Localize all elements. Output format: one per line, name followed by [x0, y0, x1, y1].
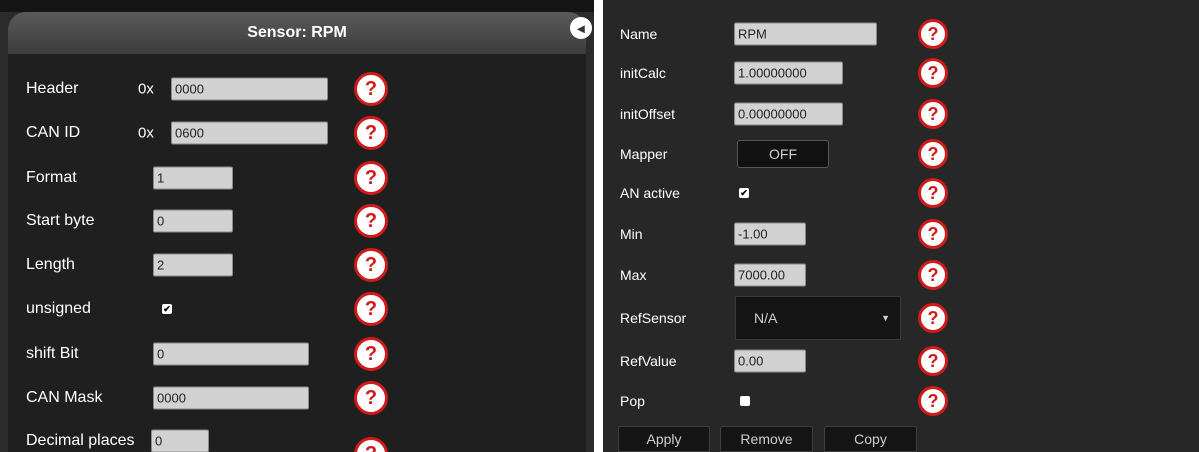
can-id-input[interactable]: 0600: [171, 121, 328, 145]
length-input[interactable]: 2: [153, 253, 233, 277]
hex-prefix: 0x: [138, 124, 154, 142]
help-icon[interactable]: ?: [918, 178, 948, 208]
start-byte-label: Start byte: [26, 212, 95, 229]
an-active-checkbox[interactable]: ✔: [739, 188, 749, 198]
can-mask-label: CAN Mask: [26, 389, 103, 406]
help-icon[interactable]: ?: [918, 139, 948, 169]
help-icon[interactable]: ?: [354, 381, 388, 415]
pop-label: Pop: [620, 393, 645, 409]
row-format: Format 1 ?: [8, 160, 586, 196]
help-icon[interactable]: ?: [354, 161, 388, 195]
apply-button[interactable]: Apply: [618, 426, 710, 452]
an-active-label: AN active: [620, 185, 680, 201]
row-ref-value: RefValue 0.00 ?: [603, 343, 1181, 379]
row-mapper: Mapper OFF ?: [603, 136, 1181, 172]
action-bar: Apply Remove Copy: [618, 426, 1018, 452]
ref-sensor-value: N/A: [754, 310, 778, 326]
row-start-byte: Start byte 0 ?: [8, 203, 586, 239]
ref-sensor-select[interactable]: N/A ▼: [735, 296, 901, 340]
row-can-mask: CAN Mask 0000 ?: [8, 380, 586, 416]
shift-bit-input[interactable]: 0: [153, 342, 309, 366]
mapper-label: Mapper: [620, 146, 668, 162]
help-icon[interactable]: ?: [918, 58, 948, 88]
help-icon[interactable]: ?: [918, 260, 948, 290]
help-icon[interactable]: ?: [354, 437, 388, 452]
help-icon[interactable]: ?: [918, 386, 948, 416]
min-label: Min: [620, 226, 643, 242]
init-offset-label: initOffset: [620, 106, 675, 122]
top-strip: [0, 0, 594, 12]
format-input[interactable]: 1: [153, 166, 233, 190]
max-label: Max: [620, 267, 647, 283]
length-label: Length: [26, 256, 75, 273]
help-icon[interactable]: ?: [354, 116, 388, 150]
row-header: Header 0x 0000 ?: [8, 71, 586, 107]
header-input[interactable]: 0000: [171, 77, 328, 101]
row-can-id: CAN ID 0x 0600 ?: [8, 115, 586, 151]
pop-checkbox[interactable]: [740, 396, 750, 406]
row-max: Max 7000.00 ?: [603, 257, 1181, 293]
ref-value-input[interactable]: 0.00: [734, 349, 806, 373]
remove-button[interactable]: Remove: [720, 426, 813, 452]
row-ref-sensor: RefSensor N/A ▼ ?: [603, 296, 1181, 340]
help-icon[interactable]: ?: [918, 219, 948, 249]
row-init-offset: initOffset 0.00000000 ?: [603, 96, 1181, 132]
row-pop: Pop ?: [603, 383, 1181, 419]
help-icon[interactable]: ?: [354, 72, 388, 106]
help-icon[interactable]: ?: [918, 346, 948, 376]
decimal-places-input[interactable]: 0: [151, 429, 209, 452]
row-name: Name RPM ?: [603, 16, 1181, 52]
help-icon[interactable]: ?: [918, 19, 948, 49]
init-calc-input[interactable]: 1.00000000: [734, 61, 843, 85]
decimal-places-label: Decimal places: [26, 432, 135, 449]
header-label: Header: [26, 80, 79, 97]
mapper-toggle[interactable]: OFF: [737, 140, 829, 168]
row-length: Length 2 ?: [8, 247, 586, 283]
init-calc-label: initCalc: [620, 65, 666, 81]
name-input[interactable]: RPM: [734, 22, 877, 46]
help-icon[interactable]: ?: [354, 248, 388, 282]
collapse-icon[interactable]: ◂: [570, 17, 592, 39]
can-mask-input[interactable]: 0000: [153, 386, 309, 410]
unsigned-checkbox[interactable]: ✔: [162, 304, 172, 314]
unsigned-label: unsigned: [26, 300, 91, 317]
row-shift-bit: shift Bit 0 ?: [8, 336, 586, 372]
help-icon[interactable]: ?: [354, 292, 388, 326]
panel-header: Sensor: RPM ◂: [8, 12, 592, 54]
shift-bit-label: shift Bit: [26, 345, 79, 362]
sensor-config-panel: Sensor: RPM ◂ Header 0x 0000 ? CAN ID 0x…: [0, 0, 594, 452]
name-label: Name: [620, 26, 658, 42]
panel-title: Sensor: RPM: [247, 24, 347, 41]
ref-value-label: RefValue: [620, 353, 677, 369]
row-unsigned: unsigned ✔ ?: [8, 291, 586, 327]
sensor-settings-panel: Name RPM ? initCalc 1.00000000 ? initOff…: [603, 0, 1199, 452]
row-decimal-places: Decimal places 0 ?: [8, 423, 586, 452]
row-init-calc: initCalc 1.00000000 ?: [603, 55, 1181, 91]
row-min: Min -1.00 ?: [603, 216, 1181, 252]
help-icon[interactable]: ?: [918, 99, 948, 129]
can-id-label: CAN ID: [26, 124, 81, 141]
max-input[interactable]: 7000.00: [734, 263, 806, 287]
copy-button[interactable]: Copy: [824, 426, 917, 452]
start-byte-input[interactable]: 0: [153, 209, 233, 233]
hex-prefix: 0x: [138, 80, 154, 98]
help-icon[interactable]: ?: [918, 303, 948, 333]
help-icon[interactable]: ?: [354, 337, 388, 371]
row-an-active: AN active ✔ ?: [603, 175, 1181, 211]
ref-sensor-label: RefSensor: [620, 310, 687, 326]
format-label: Format: [26, 169, 77, 186]
help-icon[interactable]: ?: [354, 204, 388, 238]
min-input[interactable]: -1.00: [734, 222, 806, 246]
panel-body: Header 0x 0000 ? CAN ID 0x 0600 ? Format…: [8, 54, 586, 452]
init-offset-input[interactable]: 0.00000000: [734, 102, 843, 126]
dropdown-arrow-icon: ▼: [881, 313, 890, 323]
